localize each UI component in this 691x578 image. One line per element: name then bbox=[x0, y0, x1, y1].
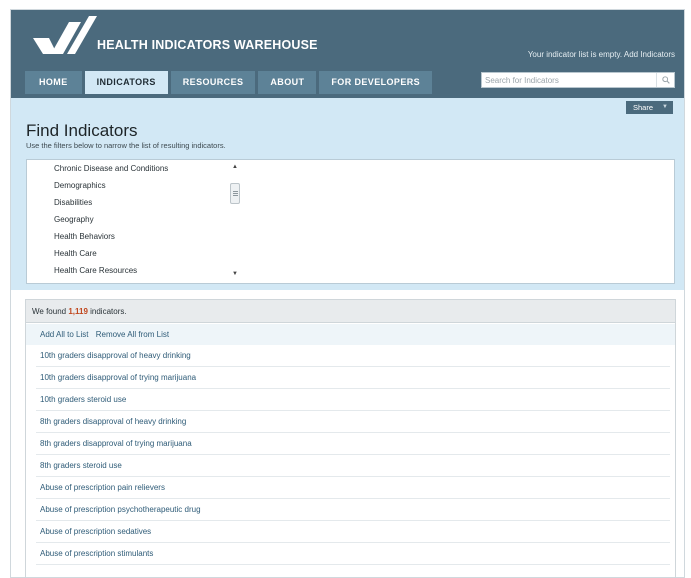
filter-section: Share ▼ Find Indicators Use the filters … bbox=[11, 98, 684, 290]
results-count: 1,119 bbox=[68, 307, 88, 316]
results-prefix: We found bbox=[32, 307, 69, 316]
indicator-link[interactable]: 10th graders disapproval of trying marij… bbox=[36, 367, 670, 389]
topic-filter-list: Chronic Disease and Conditions Demograph… bbox=[27, 160, 259, 283]
filter-item[interactable]: Health Care bbox=[54, 249, 97, 258]
filter-item[interactable]: Health Care Resources bbox=[54, 266, 137, 275]
share-label: Share bbox=[633, 103, 654, 112]
tab-for-developers[interactable]: FOR DEVELOPERS bbox=[319, 71, 433, 94]
tab-home[interactable]: HOME bbox=[25, 71, 82, 94]
tab-indicators[interactable]: INDICATORS bbox=[84, 71, 168, 94]
filter-item[interactable]: Chronic Disease and Conditions bbox=[54, 164, 168, 173]
logo-icon[interactable] bbox=[31, 16, 101, 58]
results-panel: We found 1,119 indicators. Add All to Li… bbox=[25, 299, 676, 577]
scroll-down-icon[interactable]: ▼ bbox=[230, 270, 240, 278]
indicator-link[interactable]: Abuse of prescription stimulants bbox=[36, 543, 670, 565]
share-button[interactable]: Share ▼ bbox=[626, 101, 673, 114]
indicator-list-status[interactable]: Your indicator list is empty. Add Indica… bbox=[528, 50, 675, 59]
add-all-button[interactable]: Add All to List bbox=[40, 330, 88, 339]
results-summary: We found 1,119 indicators. bbox=[26, 300, 675, 323]
indicator-link[interactable]: 8th graders disapproval of trying mariju… bbox=[36, 433, 670, 455]
remove-all-button[interactable]: Remove All from List bbox=[96, 330, 169, 339]
search-input[interactable] bbox=[482, 73, 656, 87]
indicator-link[interactable]: 8th graders steroid use bbox=[36, 455, 670, 477]
scroll-thumb[interactable] bbox=[230, 183, 240, 204]
chevron-down-icon: ▼ bbox=[662, 104, 668, 110]
indicator-link[interactable]: 10th graders disapproval of heavy drinki… bbox=[36, 345, 670, 367]
filter-box: Chronic Disease and Conditions Demograph… bbox=[26, 159, 675, 284]
search-button[interactable] bbox=[656, 73, 674, 87]
page-frame: HEALTH INDICATORS WAREHOUSE Your indicat… bbox=[10, 9, 685, 578]
search-box bbox=[481, 72, 675, 88]
site-header: HEALTH INDICATORS WAREHOUSE Your indicat… bbox=[11, 10, 684, 98]
tab-resources[interactable]: RESOURCES bbox=[170, 71, 256, 94]
page-title: Find Indicators bbox=[26, 121, 138, 140]
indicator-link[interactable]: 8th graders disapproval of heavy drinkin… bbox=[36, 411, 670, 433]
filter-item[interactable]: Health Behaviors bbox=[54, 232, 115, 241]
results-suffix: indicators. bbox=[87, 307, 127, 316]
tab-about[interactable]: ABOUT bbox=[258, 71, 317, 94]
filter-item[interactable]: Demographics bbox=[54, 181, 106, 190]
indicator-link[interactable]: Abuse of prescription sedatives bbox=[36, 521, 670, 543]
indicator-link[interactable]: Abuse of prescription psychotherapeutic … bbox=[36, 499, 670, 521]
results-actions: Add All to List Remove All from List bbox=[26, 324, 675, 345]
indicator-link[interactable]: 10th graders steroid use bbox=[36, 389, 670, 411]
indicator-link[interactable]: Abuse of prescription pain relievers bbox=[36, 477, 670, 499]
main-nav: HOME INDICATORS RESOURCES ABOUT FOR DEVE… bbox=[25, 71, 435, 94]
filter-item[interactable]: Disabilities bbox=[54, 198, 92, 207]
page-subtitle: Use the filters below to narrow the list… bbox=[26, 141, 226, 150]
filter-item[interactable]: Geography bbox=[54, 215, 94, 224]
filter-scrollbar[interactable]: ▲ ▼ bbox=[230, 163, 240, 280]
brand-name[interactable]: HEALTH INDICATORS WAREHOUSE bbox=[97, 38, 318, 52]
search-icon bbox=[661, 76, 670, 84]
scroll-up-icon[interactable]: ▲ bbox=[230, 163, 240, 171]
